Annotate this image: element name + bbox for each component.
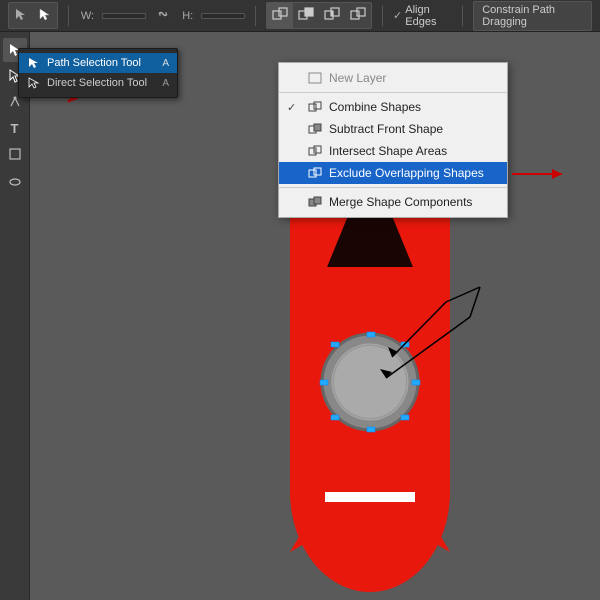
canvas-area: New Layer ✓ Combine Shapes Subtract Fron… <box>30 32 600 600</box>
path-sel-shortcut: A <box>162 58 169 69</box>
shape-tool[interactable] <box>3 142 27 166</box>
direct-selection-label: Direct Selection Tool <box>47 77 147 89</box>
align-edges-label: Align Edges <box>405 4 452 28</box>
top-toolbar: W: H: ✓ Align Edges Constrain Path Dragg… <box>0 0 600 32</box>
dropdown-menu: New Layer ✓ Combine Shapes Subtract Fron… <box>278 62 508 218</box>
path-selection-label: Path Selection Tool <box>47 57 141 69</box>
path-tool-buttons <box>8 2 58 29</box>
separator-1 <box>68 6 69 26</box>
direct-selection-tool-item[interactable]: Direct Selection Tool A <box>19 73 177 93</box>
height-input[interactable] <box>201 13 245 19</box>
direct-sel-icon <box>27 76 41 90</box>
separator-3 <box>382 6 383 26</box>
separator-2 <box>255 6 256 26</box>
h-label: H: <box>180 10 195 22</box>
direct-sel-shortcut: A <box>162 78 169 89</box>
combine-icon <box>307 100 323 114</box>
new-layer-check <box>287 72 301 84</box>
intersect-icon <box>307 144 323 158</box>
menu-intersect-shapes[interactable]: Intersect Shape Areas <box>279 140 507 162</box>
merge-label: Merge Shape Components <box>329 195 472 209</box>
intersect-shapes-btn[interactable] <box>319 3 345 28</box>
combine-shapes-btn[interactable] <box>267 3 293 28</box>
red-arrow-right <box>507 164 567 184</box>
menu-merge-shapes[interactable]: Merge Shape Components <box>279 191 507 213</box>
new-layer-label: New Layer <box>329 71 386 85</box>
exclude-shapes-btn[interactable] <box>345 3 371 28</box>
exclude-label: Exclude Overlapping Shapes <box>329 166 484 180</box>
subtract-check <box>287 123 301 135</box>
tool-popup: Path Selection Tool A Direct Selection T… <box>18 48 178 98</box>
menu-combine-shapes[interactable]: ✓ Combine Shapes <box>279 96 507 118</box>
separator-4 <box>462 6 463 26</box>
constrain-path-btn[interactable]: Constrain Path Dragging <box>473 1 592 31</box>
menu-exclude-shapes[interactable]: Exclude Overlapping Shapes <box>279 162 507 184</box>
subtract-label: Subtract Front Shape <box>329 122 443 136</box>
align-edges-control[interactable]: ✓ Align Edges <box>393 4 452 28</box>
merge-check <box>287 196 301 208</box>
ellipse-tool[interactable] <box>3 168 27 192</box>
subtract-shapes-btn[interactable] <box>293 3 319 28</box>
merge-icon <box>307 195 323 209</box>
menu-subtract-shapes[interactable]: Subtract Front Shape <box>279 118 507 140</box>
menu-divider-1 <box>279 92 507 93</box>
direct-select-icon[interactable] <box>33 3 57 28</box>
path-selection-tool-item[interactable]: Path Selection Tool A <box>19 53 177 73</box>
intersect-check <box>287 145 301 157</box>
link-icon[interactable] <box>152 9 174 22</box>
left-sidebar: T <box>0 32 30 600</box>
type-tool[interactable]: T <box>3 116 27 140</box>
w-label: W: <box>79 10 96 22</box>
path-operations <box>266 2 372 29</box>
path-sel-icon <box>27 56 41 70</box>
intersect-label: Intersect Shape Areas <box>329 144 447 158</box>
combine-check: ✓ <box>287 101 301 114</box>
path-select-icon[interactable] <box>9 3 33 28</box>
width-input[interactable] <box>102 13 146 19</box>
new-layer-icon <box>307 71 323 85</box>
exclude-icon <box>307 166 323 180</box>
shape-tools-group <box>8 2 58 29</box>
subtract-icon <box>307 122 323 136</box>
menu-new-layer[interactable]: New Layer <box>279 67 507 89</box>
menu-divider-2 <box>279 187 507 188</box>
combine-label: Combine Shapes <box>329 100 421 114</box>
exclude-check <box>287 167 301 179</box>
